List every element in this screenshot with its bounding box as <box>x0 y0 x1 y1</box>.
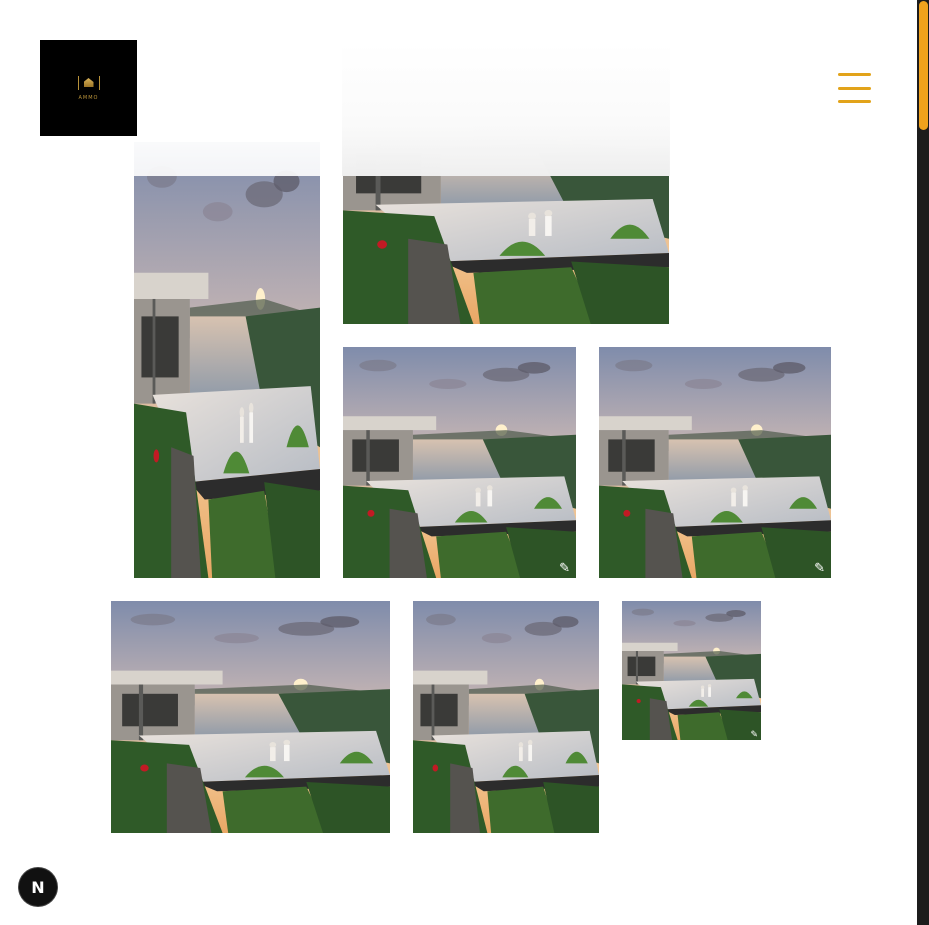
next-dev-badge[interactable]: N <box>19 868 57 906</box>
site-logo[interactable]: AMMO <box>40 40 137 136</box>
logo-house-icon <box>77 75 100 91</box>
hamburger-menu-icon[interactable] <box>838 73 871 103</box>
scrollbar-track[interactable] <box>917 0 929 925</box>
gallery-photo[interactable] <box>413 601 599 833</box>
next-logo-icon: N <box>31 877 45 897</box>
logo-text: AMMO <box>78 95 99 101</box>
header-fade-overlay-inner <box>342 42 670 176</box>
photo-signature: ✎ <box>750 729 758 739</box>
gallery-photo[interactable] <box>134 142 320 578</box>
photo-signature: ✎ <box>559 560 570 575</box>
scrollbar-thumb[interactable] <box>919 1 928 130</box>
gallery-photo[interactable]: ✎ <box>599 347 831 578</box>
photo-signature: ✎ <box>814 560 825 575</box>
gallery-photo[interactable]: ✎ <box>343 347 576 578</box>
gallery-photo[interactable] <box>111 601 390 833</box>
gallery-photo[interactable]: ✎ <box>622 601 761 740</box>
